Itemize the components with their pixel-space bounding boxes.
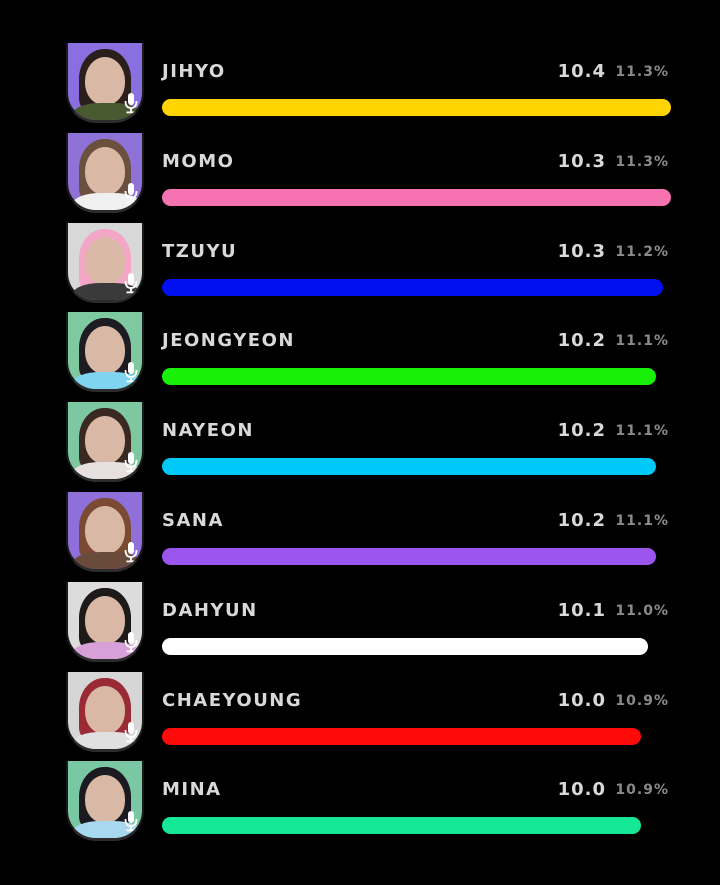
mic-icon — [124, 272, 138, 293]
bar — [162, 278, 663, 296]
category-label: DAHYUN — [162, 599, 258, 621]
avatar-face — [85, 146, 125, 195]
avatar-face — [85, 416, 125, 465]
chart-row: DAHYUN 10.1 11.0% — [0, 581, 720, 672]
mic-icon — [124, 811, 138, 832]
value-label: 10.3 — [557, 240, 606, 262]
bar — [162, 548, 656, 565]
percent-label: 11.1% — [615, 423, 669, 440]
category-label: JIHYO — [162, 61, 226, 82]
chart-row: TZUYU 10.3 11.2% — [0, 222, 720, 313]
chart-row: NAYEON 10.2 11.1% — [0, 402, 720, 492]
category-label: MOMO — [162, 150, 235, 172]
value-label: 10.2 — [557, 420, 606, 442]
avatar — [66, 492, 144, 572]
value-label: 10.3 — [557, 150, 606, 172]
avatar — [66, 312, 144, 393]
category-label: SANA — [162, 510, 224, 531]
category-label: JEONGYEON — [162, 330, 295, 352]
avatar — [66, 43, 144, 123]
bar — [162, 188, 671, 206]
percent-label: 11.3% — [615, 64, 669, 80]
chart-row: MINA 10.0 10.9% — [0, 761, 720, 851]
avatar — [66, 671, 144, 752]
value-label: 10.0 — [557, 779, 606, 801]
mic-icon — [124, 362, 138, 383]
mic-icon — [124, 452, 138, 473]
category-label: TZUYU — [162, 240, 238, 262]
avatar-face — [85, 236, 125, 285]
avatar — [66, 581, 144, 662]
category-label: NAYEON — [162, 420, 254, 442]
value-label: 10.2 — [557, 510, 606, 531]
avatar-face — [85, 685, 125, 734]
avatar — [66, 222, 144, 303]
avatar — [66, 761, 144, 842]
category-label: CHAEYOUNG — [162, 689, 303, 711]
value-label: 10.0 — [557, 689, 606, 711]
mic-icon — [124, 542, 138, 563]
percent-label: 11.1% — [615, 513, 669, 529]
avatar — [66, 132, 144, 213]
category-label: MINA — [162, 779, 222, 801]
bar — [162, 368, 656, 386]
chart-row: CHAEYOUNG 10.0 10.9% — [0, 671, 720, 762]
bar — [162, 458, 656, 476]
percent-label: 10.9% — [615, 692, 669, 709]
percent-label: 11.0% — [615, 602, 669, 619]
bar — [162, 727, 641, 745]
percent-label: 11.3% — [615, 153, 669, 170]
avatar-face — [85, 326, 125, 375]
avatar — [66, 402, 144, 483]
bar-chart-race: JIHYO 10.4 11.3% MOMO 10.3 11.3% TZUYU 10.3 11.2… — [0, 0, 720, 885]
bar — [162, 817, 641, 835]
percent-label: 11.1% — [615, 333, 669, 350]
percent-label: 11.2% — [615, 243, 669, 260]
avatar-face — [85, 775, 125, 824]
mic-icon — [124, 93, 138, 114]
avatar-face — [85, 506, 125, 554]
chart-row: JIHYO 10.4 11.3% — [0, 43, 720, 133]
mic-icon — [124, 182, 138, 204]
value-label: 10.2 — [557, 330, 606, 352]
mic-icon — [124, 631, 138, 653]
chart-row: MOMO 10.3 11.3% — [0, 132, 720, 223]
chart-row: SANA 10.2 11.1% — [0, 492, 720, 582]
mic-icon — [124, 721, 138, 742]
bar — [162, 637, 648, 655]
value-label: 10.4 — [557, 61, 606, 82]
avatar-face — [85, 57, 125, 105]
value-label: 10.1 — [557, 599, 606, 621]
bar — [162, 99, 671, 116]
avatar-face — [85, 595, 125, 644]
chart-row: JEONGYEON 10.2 11.1% — [0, 312, 720, 402]
percent-label: 10.9% — [615, 782, 669, 799]
